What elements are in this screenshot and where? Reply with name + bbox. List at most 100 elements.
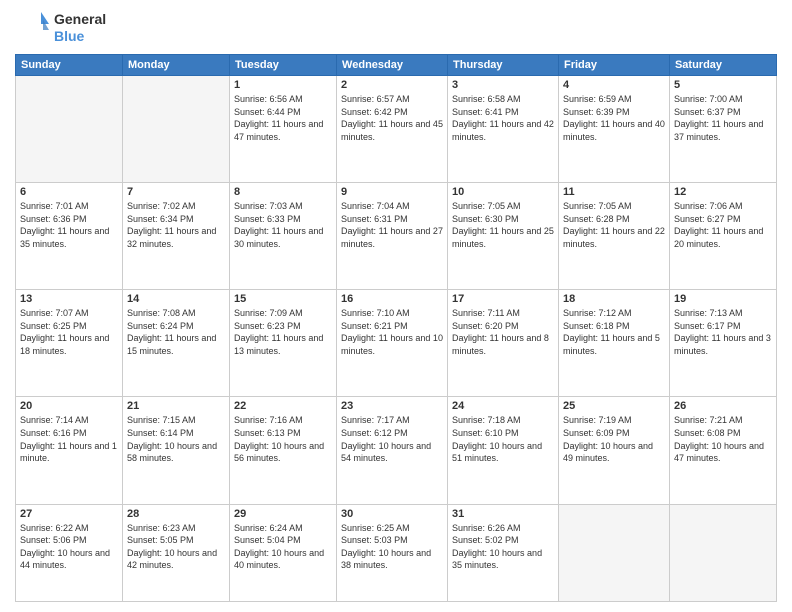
day-info: Sunrise: 6:22 AM Sunset: 5:06 PM Dayligh… — [20, 522, 118, 572]
calendar-week-row: 27 Sunrise: 6:22 AM Sunset: 5:06 PM Dayli… — [16, 504, 777, 601]
day-number: 15 — [234, 293, 332, 305]
day-info: Sunrise: 6:59 AM Sunset: 6:39 PM Dayligh… — [563, 93, 665, 143]
calendar-cell: 9 Sunrise: 7:04 AM Sunset: 6:31 PM Daylig… — [337, 183, 448, 290]
day-info: Sunrise: 7:15 AM Sunset: 6:14 PM Dayligh… — [127, 414, 225, 464]
day-number: 9 — [341, 186, 443, 198]
calendar-cell: 28 Sunrise: 6:23 AM Sunset: 5:05 PM Dayli… — [123, 504, 230, 601]
day-info: Sunrise: 7:00 AM Sunset: 6:37 PM Dayligh… — [674, 93, 772, 143]
day-info: Sunrise: 6:25 AM Sunset: 5:03 PM Dayligh… — [341, 522, 443, 572]
calendar-cell: 29Sunrise: 6:24 AM Sunset: 5:04 PM Dayli… — [230, 504, 337, 601]
calendar-cell: 19 Sunrise: 7:13 AM Sunset: 6:17 PM Dayli… — [669, 290, 776, 397]
page: General Blue Sunday Monday Tuesday Wedne… — [0, 0, 792, 612]
day-info: Sunrise: 7:11 AM Sunset: 6:20 PM Dayligh… — [452, 307, 554, 357]
calendar-cell: 3Sunrise: 6:58 AM Sunset: 6:41 PM Daylig… — [448, 76, 559, 183]
calendar-cell: 22 Sunrise: 7:16 AM Sunset: 6:13 PM Dayli… — [230, 397, 337, 504]
day-info: Sunrise: 7:09 AM Sunset: 6:23 PM Dayligh… — [234, 307, 332, 357]
calendar-cell: 1 Sunrise: 6:56 AM Sunset: 6:44 PM Daylig… — [230, 76, 337, 183]
calendar-cell: 25Sunrise: 7:19 AM Sunset: 6:09 PM Dayli… — [558, 397, 669, 504]
header-friday: Friday — [558, 55, 669, 76]
day-info: Sunrise: 7:02 AM Sunset: 6:34 PM Dayligh… — [127, 200, 225, 250]
day-info: Sunrise: 6:56 AM Sunset: 6:44 PM Dayligh… — [234, 93, 332, 143]
day-info: Sunrise: 7:12 AM Sunset: 6:18 PM Dayligh… — [563, 307, 665, 357]
day-info: Sunrise: 7:16 AM Sunset: 6:13 PM Dayligh… — [234, 414, 332, 464]
day-info: Sunrise: 7:03 AM Sunset: 6:33 PM Dayligh… — [234, 200, 332, 250]
day-info: Sunrise: 7:06 AM Sunset: 6:27 PM Dayligh… — [674, 200, 772, 250]
logo-blue-text: Blue — [54, 28, 106, 45]
day-number: 29 — [234, 508, 332, 520]
day-number: 7 — [127, 186, 225, 198]
day-number: 17 — [452, 293, 554, 305]
day-number: 19 — [674, 293, 772, 305]
day-number: 1 — [234, 79, 332, 91]
header-saturday: Saturday — [669, 55, 776, 76]
calendar-cell: 21Sunrise: 7:15 AM Sunset: 6:14 PM Dayli… — [123, 397, 230, 504]
day-number: 24 — [452, 400, 554, 412]
calendar-week-row: 1 Sunrise: 6:56 AM Sunset: 6:44 PM Daylig… — [16, 76, 777, 183]
day-info: Sunrise: 7:13 AM Sunset: 6:17 PM Dayligh… — [674, 307, 772, 357]
calendar-week-row: 13 Sunrise: 7:07 AM Sunset: 6:25 PM Dayli… — [16, 290, 777, 397]
calendar-cell: 15 Sunrise: 7:09 AM Sunset: 6:23 PM Dayli… — [230, 290, 337, 397]
calendar-cell: 23 Sunrise: 7:17 AM Sunset: 6:12 PM Dayli… — [337, 397, 448, 504]
header: General Blue — [15, 10, 777, 46]
day-info: Sunrise: 7:01 AM Sunset: 6:36 PM Dayligh… — [20, 200, 118, 250]
header-wednesday: Wednesday — [337, 55, 448, 76]
calendar-cell: 4 Sunrise: 6:59 AM Sunset: 6:39 PM Daylig… — [558, 76, 669, 183]
calendar-week-row: 6Sunrise: 7:01 AM Sunset: 6:36 PM Daylig… — [16, 183, 777, 290]
day-number: 30 — [341, 508, 443, 520]
calendar-cell: 17 Sunrise: 7:11 AM Sunset: 6:20 PM Dayli… — [448, 290, 559, 397]
day-number: 31 — [452, 508, 554, 520]
calendar-cell: 5Sunrise: 7:00 AM Sunset: 6:37 PM Daylig… — [669, 76, 776, 183]
day-number: 2 — [341, 79, 443, 91]
day-info: Sunrise: 6:58 AM Sunset: 6:41 PM Dayligh… — [452, 93, 554, 143]
calendar-cell: 10Sunrise: 7:05 AM Sunset: 6:30 PM Dayli… — [448, 183, 559, 290]
day-number: 12 — [674, 186, 772, 198]
calendar-cell: 16 Sunrise: 7:10 AM Sunset: 6:21 PM Dayli… — [337, 290, 448, 397]
calendar-cell: 26Sunrise: 7:21 AM Sunset: 6:08 PM Dayli… — [669, 397, 776, 504]
calendar-cell: 24Sunrise: 7:18 AM Sunset: 6:10 PM Dayli… — [448, 397, 559, 504]
day-number: 18 — [563, 293, 665, 305]
day-info: Sunrise: 6:57 AM Sunset: 6:42 PM Dayligh… — [341, 93, 443, 143]
day-info: Sunrise: 7:10 AM Sunset: 6:21 PM Dayligh… — [341, 307, 443, 357]
day-number: 28 — [127, 508, 225, 520]
day-info: Sunrise: 7:05 AM Sunset: 6:28 PM Dayligh… — [563, 200, 665, 250]
calendar-cell: 8 Sunrise: 7:03 AM Sunset: 6:33 PM Daylig… — [230, 183, 337, 290]
calendar-cell — [669, 504, 776, 601]
day-info: Sunrise: 7:04 AM Sunset: 6:31 PM Dayligh… — [341, 200, 443, 250]
calendar-table: Sunday Monday Tuesday Wednesday Thursday… — [15, 54, 777, 602]
calendar-cell: 6Sunrise: 7:01 AM Sunset: 6:36 PM Daylig… — [16, 183, 123, 290]
day-info: Sunrise: 6:26 AM Sunset: 5:02 PM Dayligh… — [452, 522, 554, 572]
calendar-cell: 13 Sunrise: 7:07 AM Sunset: 6:25 PM Dayli… — [16, 290, 123, 397]
day-number: 8 — [234, 186, 332, 198]
day-info: Sunrise: 7:08 AM Sunset: 6:24 PM Dayligh… — [127, 307, 225, 357]
calendar-cell: 11 Sunrise: 7:05 AM Sunset: 6:28 PM Dayli… — [558, 183, 669, 290]
day-number: 27 — [20, 508, 118, 520]
day-info: Sunrise: 7:14 AM Sunset: 6:16 PM Dayligh… — [20, 414, 118, 464]
logo: General Blue — [15, 10, 106, 46]
day-number: 11 — [563, 186, 665, 198]
day-number: 22 — [234, 400, 332, 412]
day-info: Sunrise: 7:07 AM Sunset: 6:25 PM Dayligh… — [20, 307, 118, 357]
calendar-cell — [123, 76, 230, 183]
calendar-week-row: 20 Sunrise: 7:14 AM Sunset: 6:16 PM Dayli… — [16, 397, 777, 504]
day-number: 14 — [127, 293, 225, 305]
day-number: 10 — [452, 186, 554, 198]
header-sunday: Sunday — [16, 55, 123, 76]
day-number: 16 — [341, 293, 443, 305]
day-info: Sunrise: 7:17 AM Sunset: 6:12 PM Dayligh… — [341, 414, 443, 464]
calendar-cell: 2 Sunrise: 6:57 AM Sunset: 6:42 PM Daylig… — [337, 76, 448, 183]
header-thursday: Thursday — [448, 55, 559, 76]
day-info: Sunrise: 7:21 AM Sunset: 6:08 PM Dayligh… — [674, 414, 772, 464]
day-number: 20 — [20, 400, 118, 412]
calendar-cell: 20 Sunrise: 7:14 AM Sunset: 6:16 PM Dayli… — [16, 397, 123, 504]
calendar-cell: 7 Sunrise: 7:02 AM Sunset: 6:34 PM Daylig… — [123, 183, 230, 290]
day-info: Sunrise: 7:19 AM Sunset: 6:09 PM Dayligh… — [563, 414, 665, 464]
day-info: Sunrise: 6:23 AM Sunset: 5:05 PM Dayligh… — [127, 522, 225, 572]
calendar-cell: 30 Sunrise: 6:25 AM Sunset: 5:03 PM Dayli… — [337, 504, 448, 601]
day-number: 23 — [341, 400, 443, 412]
day-number: 13 — [20, 293, 118, 305]
logo-general-text: General — [54, 11, 106, 28]
calendar-cell: 31 Sunrise: 6:26 AM Sunset: 5:02 PM Dayli… — [448, 504, 559, 601]
header-monday: Monday — [123, 55, 230, 76]
calendar-cell — [558, 504, 669, 601]
day-number: 4 — [563, 79, 665, 91]
